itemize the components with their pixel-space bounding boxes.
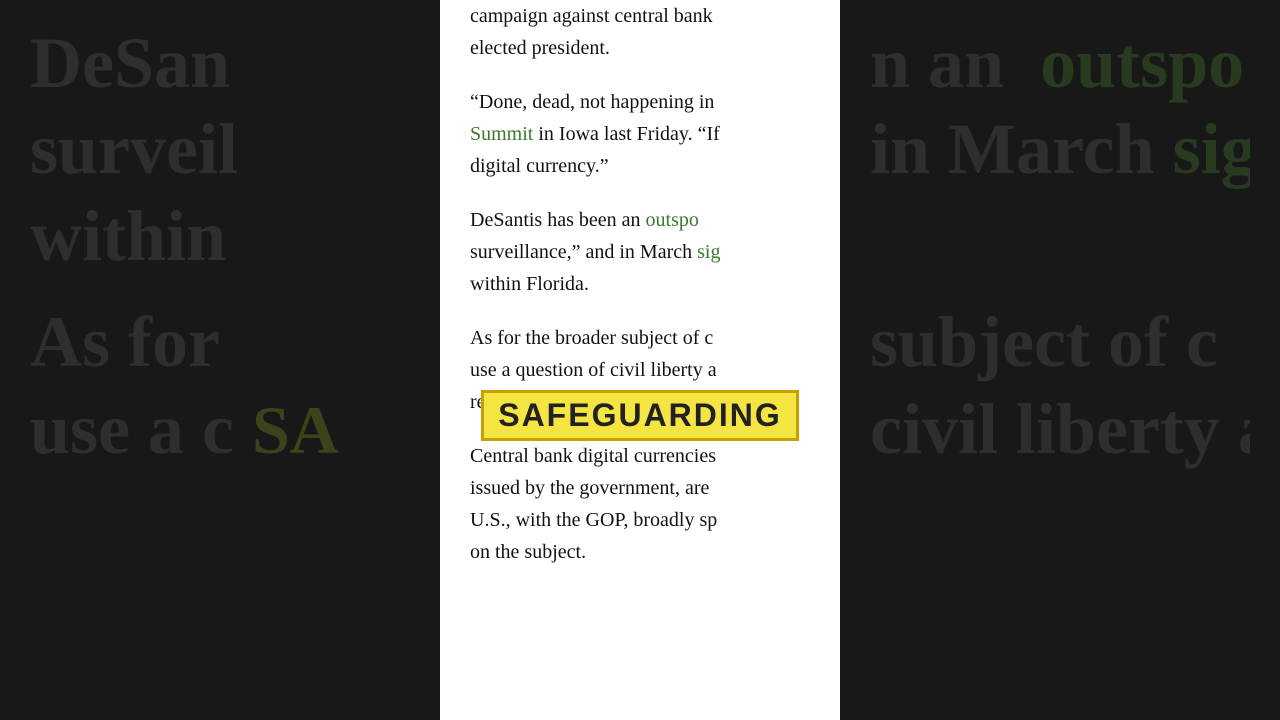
video-frame: DeSan surveil within As for use a c SA n… [0, 0, 1280, 720]
summit-link: Summit [470, 123, 533, 145]
sig-link: sig [697, 241, 720, 263]
article-panel: campaign against central bank elected pr… [440, 0, 840, 720]
dark-overlay-right [840, 0, 1280, 720]
paragraph-3: DeSantis has been an outspo surveillance… [470, 204, 810, 300]
paragraph-2: “Done, dead, not happening in Summit in … [470, 86, 810, 182]
outspo-link: outspo [646, 209, 699, 231]
highlight-badge-container: SAFEGUARDING [440, 390, 840, 441]
dark-overlay-left [0, 0, 440, 720]
highlight-word: SAFEGUARDING [481, 390, 799, 441]
paragraph-5: Central bank digital currencies issued b… [470, 440, 810, 568]
paragraph-1: campaign against central bank elected pr… [470, 0, 810, 64]
